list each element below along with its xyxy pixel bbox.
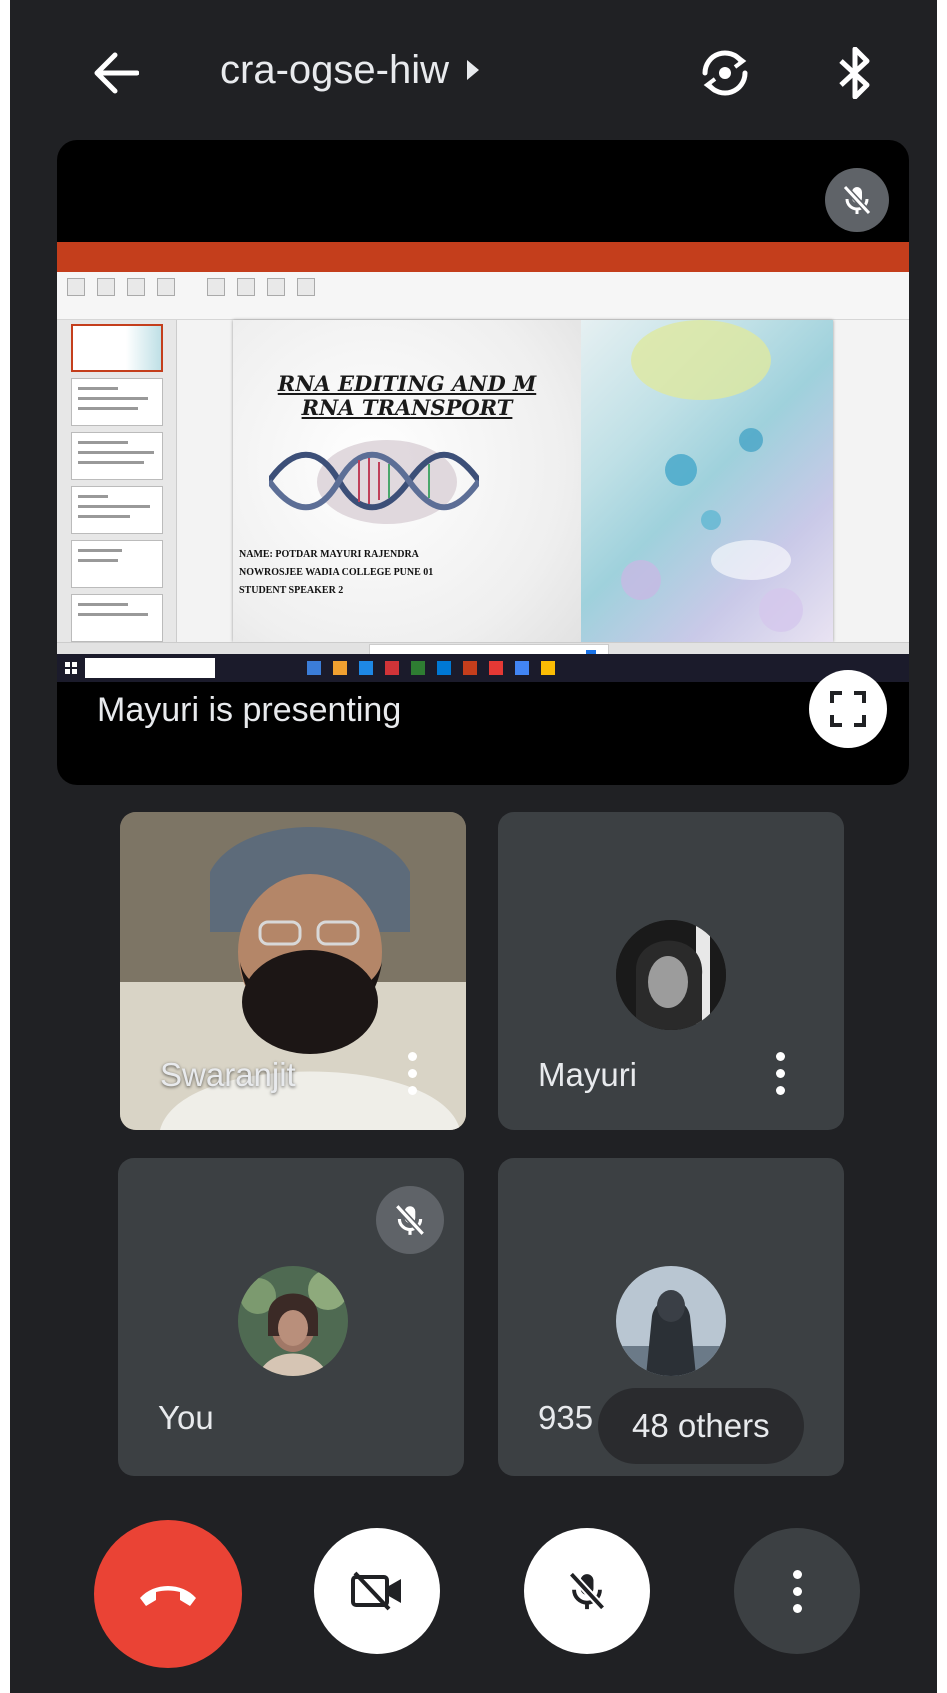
meeting-code: cra-ogse-hiw (220, 47, 449, 92)
powerpoint-ribbon (57, 272, 909, 320)
slide-title: RNA EDITING AND M RNA TRANSPORT (277, 371, 537, 420)
mic-off-icon (394, 1204, 426, 1236)
windows-taskbar (57, 654, 909, 682)
participant-more-button[interactable] (760, 1038, 800, 1108)
participant-tile-others[interactable]: 935 48 others (498, 1158, 844, 1476)
end-call-button[interactable] (94, 1520, 242, 1668)
switch-camera-icon (702, 50, 748, 96)
participant-tile-swaranjit[interactable]: Swaranjit (120, 812, 466, 1130)
bluetooth-icon (839, 47, 870, 99)
fullscreen-button[interactable] (809, 670, 887, 748)
participant-name: Mayuri (538, 1056, 638, 1093)
meeting-code-button[interactable]: cra-ogse-hiw (220, 40, 479, 100)
switch-camera-button[interactable] (690, 38, 760, 108)
powerpoint-titlebar (57, 242, 909, 258)
back-button[interactable] (80, 38, 150, 108)
more-options-button[interactable] (734, 1528, 860, 1654)
presenting-status: Mayuri is presenting (97, 691, 402, 729)
camera-toggle-button[interactable] (314, 1528, 440, 1654)
shared-screen: RNA EDITING AND M RNA TRANSPORT NAME: PO… (57, 242, 909, 682)
caret-right-icon (466, 60, 479, 80)
participant-tile-mayuri[interactable]: Mayuri (498, 812, 844, 1130)
participant-name: 935 (538, 1399, 594, 1436)
meet-call-screen: cra-ogse-hiw RNA EDITING AND M RNA TRANS… (10, 0, 937, 1693)
fullscreen-icon (830, 691, 866, 727)
bluetooth-audio-button[interactable] (820, 38, 890, 108)
arrow-left-icon (94, 52, 139, 94)
slide-author-info: NAME: POTDAR MAYURI RAJENDRA NOWROSJEE W… (239, 549, 434, 596)
dna-illustration (269, 440, 479, 524)
avatar (616, 1266, 726, 1376)
avatar (616, 920, 726, 1030)
presenter-muted-indicator (825, 168, 889, 232)
end-call-icon (140, 1586, 196, 1606)
more-vert-icon (787, 1566, 807, 1616)
participant-name: Swaranjit (160, 1056, 296, 1093)
slide-lab-image (581, 320, 833, 642)
slide-thumbnails (57, 320, 177, 642)
powerpoint-ribbon-tabs (57, 258, 909, 272)
others-count-badge[interactable]: 48 others (598, 1388, 804, 1464)
participant-name: You (158, 1399, 214, 1436)
self-muted-indicator (376, 1186, 444, 1254)
mic-off-icon (842, 184, 872, 216)
windows-logo-icon (65, 662, 77, 674)
participant-tile-self[interactable]: You (118, 1158, 464, 1476)
taskbar-search (85, 658, 215, 678)
participant-more-button[interactable] (392, 1038, 432, 1108)
camera-off-icon (351, 1571, 401, 1611)
mic-toggle-button[interactable] (524, 1528, 650, 1654)
avatar (238, 1266, 348, 1376)
current-slide: RNA EDITING AND M RNA TRANSPORT NAME: PO… (233, 320, 833, 642)
mic-off-icon (568, 1571, 606, 1611)
presentation-tile[interactable]: RNA EDITING AND M RNA TRANSPORT NAME: PO… (57, 140, 909, 785)
